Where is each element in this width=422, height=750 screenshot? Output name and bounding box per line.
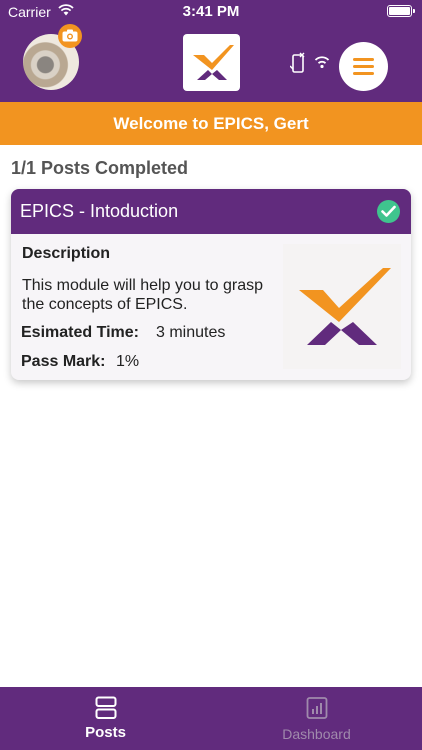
posts-progress: 1/1 Posts Completed <box>11 158 189 178</box>
posts-icon <box>95 696 117 719</box>
pass-mark-value: 1% <box>116 353 140 370</box>
dashboard-icon <box>306 697 328 719</box>
module-thumbnail <box>283 244 401 369</box>
description-heading: Description <box>22 245 111 262</box>
hamburger-icon <box>353 72 374 75</box>
module-title: EPICS - Intoduction <box>20 201 179 221</box>
check-circle-icon <box>377 200 400 223</box>
module-description: This module will help you to grasp the c… <box>22 277 264 313</box>
tab-dashboard-label: Dashboard <box>282 726 351 742</box>
logo-mark-icon <box>193 45 234 80</box>
pass-mark-label: Pass Mark: <box>21 353 106 370</box>
tab-posts-label: Posts <box>85 724 126 741</box>
tab-bar: Posts Dashboard <box>0 687 422 750</box>
app-logo <box>183 34 240 91</box>
logo-mark-icon <box>299 268 391 345</box>
wifi-icon <box>314 56 330 68</box>
menu-button[interactable] <box>339 42 388 91</box>
tab-posts[interactable]: Posts <box>0 687 211 750</box>
phone-sync-icon <box>290 52 305 73</box>
camera-icon[interactable] <box>58 24 82 48</box>
clock: 3:41 PM <box>182 3 240 20</box>
estimated-time-label: Esimated Time: <box>21 324 139 341</box>
hamburger-icon <box>353 58 374 61</box>
hamburger-icon <box>353 65 374 68</box>
status-bar: Carrier 3:41 PM <box>0 0 422 24</box>
module-card-header: EPICS - Intoduction <box>11 189 411 234</box>
battery-icon <box>387 5 415 17</box>
welcome-banner: Welcome to EPICS, Gert <box>0 102 422 145</box>
estimated-time-value: 3 minutes <box>156 324 226 341</box>
app-header <box>0 24 422 102</box>
module-card[interactable]: EPICS - Intoduction Description This mod… <box>11 189 411 380</box>
tab-dashboard[interactable]: Dashboard <box>211 687 422 750</box>
